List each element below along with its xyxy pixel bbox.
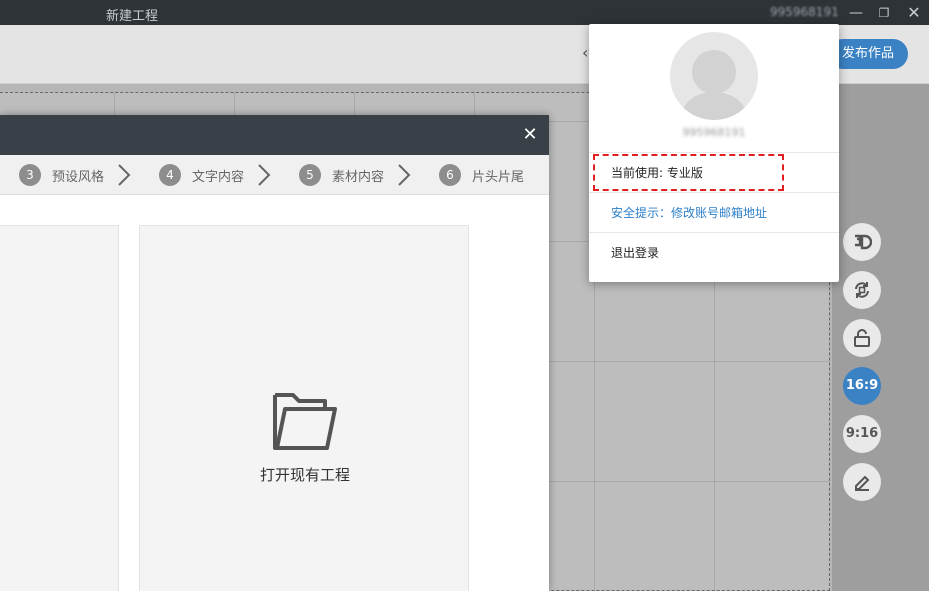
unlock-icon <box>854 329 870 347</box>
window-close-button[interactable]: ✕ <box>904 3 924 23</box>
minimize-button[interactable]: — <box>846 3 866 23</box>
logout-button[interactable]: 退出登录 <box>589 232 839 272</box>
step-material-content[interactable]: 5 素材内容 <box>299 155 384 195</box>
security-tip-link[interactable]: 安全提示：修改账号邮箱地址 <box>589 192 839 232</box>
dialog-header: ✕ <box>0 115 549 155</box>
step-label: 素材内容 <box>332 169 385 185</box>
edit-button[interactable] <box>843 463 881 501</box>
step-number: 5 <box>299 164 321 186</box>
step-label: 片头片尾 <box>472 169 525 185</box>
new-project-dialog: ✕ 3 预设风格 4 文字内容 5 素材内容 6 片头片尾 打开现有工程 <box>0 115 549 591</box>
step-text-content[interactable]: 4 文字内容 <box>159 155 244 195</box>
rotate-button[interactable] <box>843 271 881 309</box>
lock-button[interactable] <box>843 319 881 357</box>
plan-highlight-box <box>593 154 784 191</box>
title-bar: 新建工程 995968191 — ❐ ✕ <box>0 0 929 25</box>
ratio-9-16-button[interactable]: 9:16 <box>843 415 881 453</box>
step-preset-style[interactable]: 3 预设风格 <box>19 155 104 195</box>
user-menu-popover: 995968191 当前使用: 专业版 安全提示：修改账号邮箱地址 退出登录 <box>589 24 839 282</box>
chevron-right-icon <box>258 164 271 186</box>
chevron-right-icon <box>118 164 131 186</box>
wizard-steps: 3 预设风格 4 文字内容 5 素材内容 6 片头片尾 <box>0 155 549 195</box>
step-label: 文字内容 <box>192 169 245 185</box>
3d-button[interactable] <box>843 223 881 261</box>
ratio-16-9-button[interactable]: 16:9 <box>843 367 881 405</box>
chevron-left-icon: ‹ <box>582 43 589 62</box>
step-number: 6 <box>439 164 461 186</box>
pen-icon <box>855 475 870 491</box>
publish-button[interactable]: 发布作品 <box>828 39 908 69</box>
step-number: 3 <box>19 164 41 186</box>
window-title: 新建工程 <box>106 9 159 24</box>
new-project-card[interactable] <box>0 225 119 591</box>
rotate-icon <box>855 282 869 298</box>
account-id[interactable]: 995968191 <box>770 5 839 19</box>
step-label: 预设风格 <box>52 169 105 185</box>
open-project-label: 打开现有工程 <box>259 466 350 484</box>
current-plan: 当前使用: 专业版 <box>589 152 839 192</box>
step-number: 4 <box>159 164 181 186</box>
3d-icon <box>855 234 873 250</box>
avatar <box>670 32 758 120</box>
popover-account-id: 995968191 <box>682 126 746 139</box>
folder-icon <box>273 393 337 450</box>
open-project-card[interactable]: 打开现有工程 <box>139 225 469 591</box>
user-avatar-icon <box>680 50 748 120</box>
restore-button[interactable]: ❐ <box>874 3 894 23</box>
dialog-body: 打开现有工程 <box>0 195 549 591</box>
chevron-right-icon <box>398 164 411 186</box>
dialog-close-button[interactable]: ✕ <box>518 123 542 147</box>
step-intro-outro[interactable]: 6 片头片尾 <box>439 155 524 195</box>
